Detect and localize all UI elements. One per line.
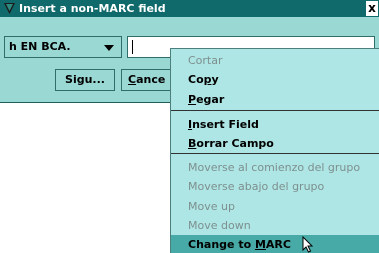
window-title: Insert a non-MARC field <box>19 2 166 15</box>
menu-item-copy-text-end: y <box>211 73 219 86</box>
app-logo-icon <box>4 3 15 14</box>
menu-separator <box>171 110 379 111</box>
field-type-select[interactable]: h EN BCA. <box>4 36 122 58</box>
chevron-down-icon <box>104 45 114 51</box>
next-button[interactable]: Sigu... <box>55 69 115 91</box>
menu-item-cut[interactable]: Cortar <box>171 51 379 70</box>
menu-item-change-to-marc[interactable]: Change to MARC <box>171 235 379 253</box>
menu-item-move-up[interactable]: Move up <box>171 197 379 216</box>
field-type-select-value: h EN BCA. <box>9 40 71 53</box>
menu-item-copy-text: Co <box>188 73 204 86</box>
menu-item-move-down[interactable]: Move down <box>171 216 379 235</box>
menu-item-paste-text: egar <box>196 93 225 106</box>
title-bar[interactable]: Insert a non-MARC field x <box>0 0 379 17</box>
menu-item-copy-mnemonic: p <box>203 73 212 86</box>
menu-item-paste-mnemonic: P <box>188 93 197 106</box>
menu-item-delete-text: orrar Campo <box>196 137 274 150</box>
cancel-label-rest: ance <box>136 73 166 86</box>
menu-item-copy[interactable]: Copy <box>171 70 379 89</box>
menu-item-paste[interactable]: Pegar <box>171 90 379 109</box>
close-button[interactable]: x <box>366 1 378 16</box>
menu-separator <box>171 153 379 154</box>
menu-item-change-text: Change to <box>188 238 255 251</box>
cancel-mnemonic: C <box>128 73 137 86</box>
menu-item-change-text-end: ARC <box>265 238 291 251</box>
menu-item-insert-field[interactable]: Insert Field <box>171 115 379 134</box>
menu-item-move-group-start[interactable]: Moverse al comienzo del grupo <box>171 158 379 177</box>
menu-item-change-mnemonic: M <box>254 238 266 251</box>
context-menu: Cortar Copy Pegar Insert Field Borrar Ca… <box>170 48 379 253</box>
menu-item-insert-text: nsert Field <box>192 118 259 131</box>
text-caret <box>132 40 133 54</box>
mouse-pointer-icon <box>302 236 314 253</box>
menu-item-delete-field[interactable]: Borrar Campo <box>171 134 379 153</box>
menu-item-move-group-down[interactable]: Moverse abajo del grupo <box>171 177 379 196</box>
